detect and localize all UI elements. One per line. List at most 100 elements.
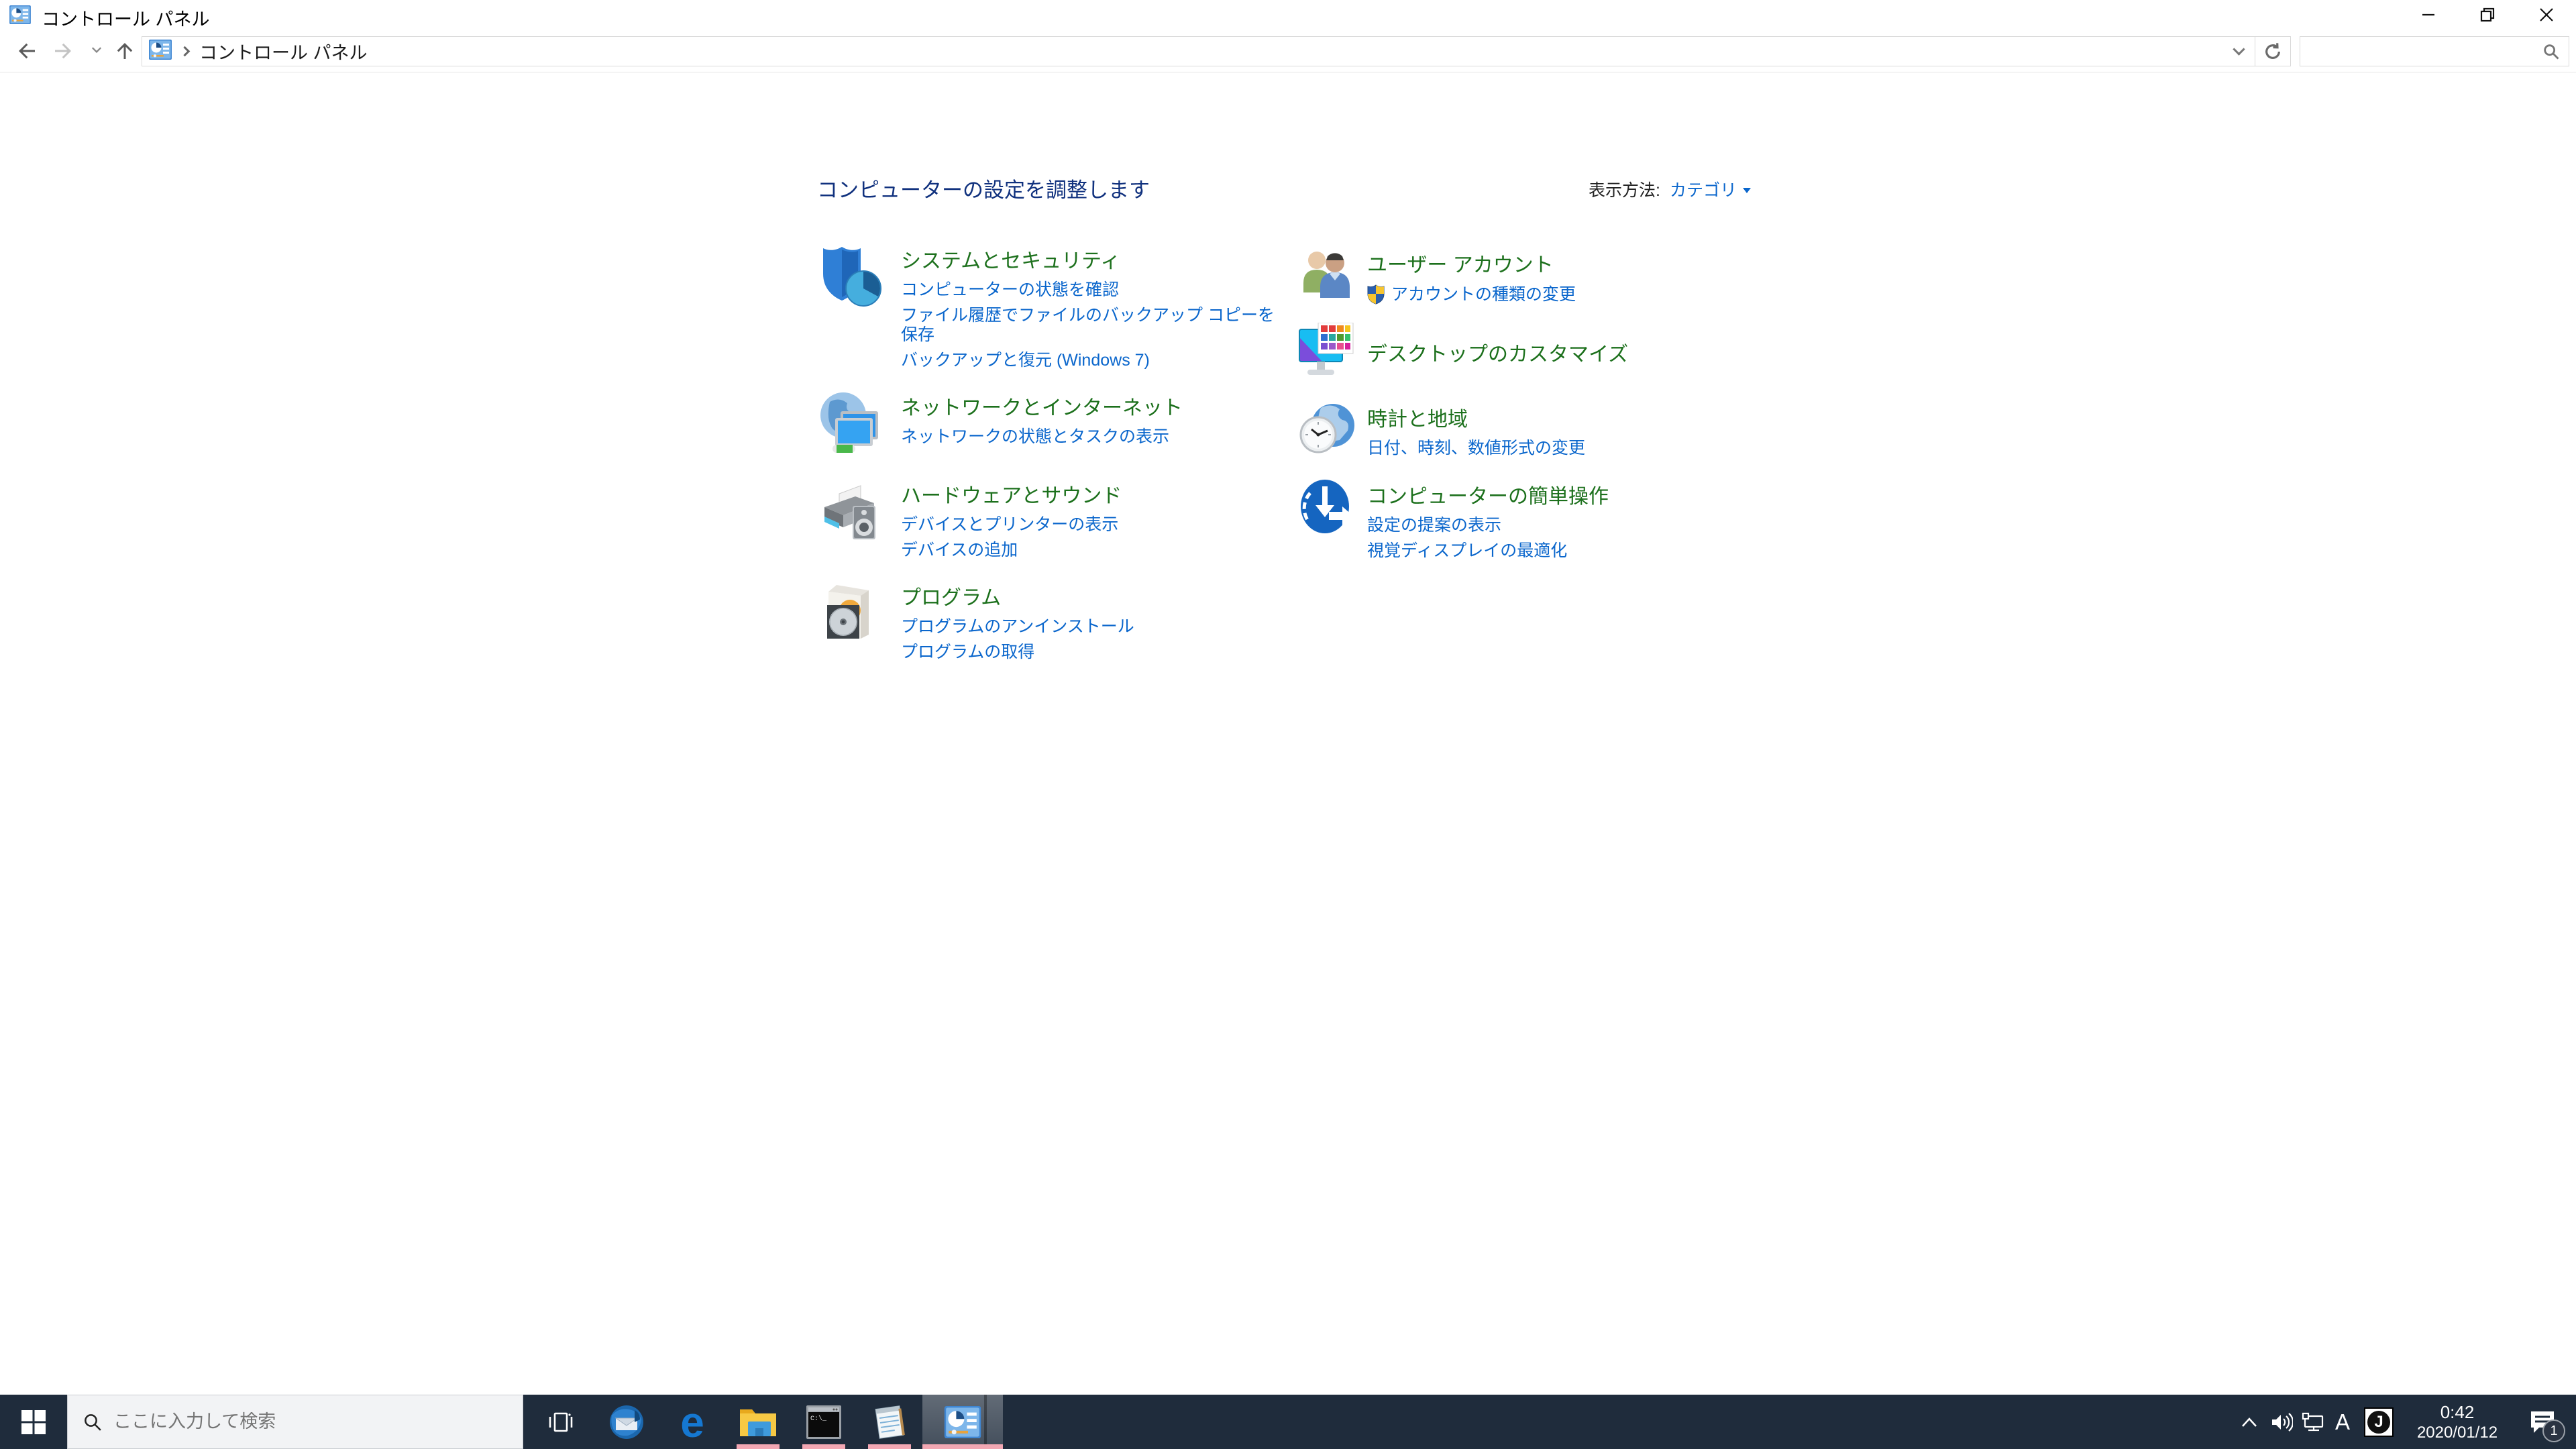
task-link[interactable]: デバイスとプリンターの表示	[901, 515, 1122, 535]
search-icon	[85, 1413, 101, 1431]
edge-icon: e	[680, 1397, 704, 1446]
task-link[interactable]: コンピューターの状態を確認	[901, 280, 1286, 300]
control-panel-home: コンピューターの設定を調整します 表示方法: カテゴリ システムとセキュリティ …	[0, 72, 2576, 1395]
clock-time: 0:42	[2440, 1401, 2475, 1422]
category-network-and-internet: ネットワークとインターネット ネットワークの状態とタスクの表示	[816, 388, 1286, 458]
minimize-button[interactable]	[2399, 0, 2458, 30]
refresh-button[interactable]	[2255, 37, 2290, 66]
category-user-accounts: ユーザー アカウント アカウントの種類の変更	[1298, 246, 1741, 307]
task-link[interactable]: バックアップと復元 (Windows 7)	[901, 351, 1286, 370]
title-bar: コントロール パネル	[0, 0, 2576, 30]
volume-button[interactable]	[2265, 1395, 2298, 1449]
restore-button[interactable]	[2458, 0, 2517, 30]
running-indicator	[922, 1444, 1003, 1449]
category-system-and-security: システムとセキュリティ コンピューターの状態を確認 ファイル履歴でファイルのバッ…	[816, 241, 1286, 370]
task-link[interactable]: プログラムのアンインストール	[901, 617, 1134, 637]
hardware-sound-icon[interactable]	[816, 476, 886, 546]
address-dropdown-button[interactable]	[2222, 37, 2255, 66]
page-title: コンピューターの設定を調整します	[817, 178, 1150, 202]
taskbar-app-thunderbird[interactable]	[594, 1395, 659, 1449]
running-indicator	[802, 1444, 845, 1449]
clock-date: 2020/01/12	[2416, 1423, 2498, 1442]
task-link[interactable]: 設定の提案の表示	[1367, 516, 1609, 535]
ime-j-icon: J	[2364, 1407, 2394, 1437]
category-ease-of-access: コンピューターの簡単操作 設定の提案の表示 視覚ディスプレイの最適化	[1298, 477, 1741, 561]
category-title-system-security[interactable]: システムとセキュリティ	[901, 244, 1286, 274]
category-programs: プログラム プログラムのアンインストール プログラムの取得	[816, 578, 1286, 662]
speaker-icon	[2272, 1412, 2293, 1432]
action-center-button[interactable]: 1	[2517, 1395, 2568, 1449]
task-view-icon	[549, 1412, 573, 1432]
chevron-up-icon	[2242, 1417, 2257, 1427]
task-link[interactable]: 視覚ディスプレイの最適化	[1367, 541, 1609, 561]
network-button[interactable]	[2297, 1395, 2329, 1449]
notification-badge: 1	[2542, 1419, 2565, 1442]
category-clock-and-region: 時計と地域 日付、時刻、数値形式の変更	[1298, 400, 1741, 462]
network-internet-icon[interactable]	[816, 388, 886, 458]
uac-shield-icon	[1367, 284, 1385, 305]
window-title: コントロール パネル	[42, 9, 210, 30]
navigation-bar: コントロール パネル	[0, 30, 2576, 72]
command-prompt-icon: C:\_	[806, 1405, 841, 1439]
view-by-label: 表示方法:	[1589, 181, 1660, 200]
category-title-desktop-customization[interactable]: デスクトップのカスタマイズ	[1367, 337, 1628, 367]
control-panel-icon	[149, 40, 172, 63]
explorer-search-box[interactable]	[2300, 36, 2569, 66]
taskbar-app-command-prompt[interactable]: C:\_	[791, 1395, 857, 1449]
recent-locations-dropdown[interactable]	[82, 38, 111, 64]
thunderbird-icon	[610, 1405, 643, 1439]
explorer-search-input[interactable]	[2300, 42, 2542, 61]
task-link[interactable]: ファイル履歴でファイルのバックアップ コピーを保存	[901, 306, 1286, 345]
ease-of-access-icon[interactable]	[1298, 477, 1356, 539]
ethernet-network-icon	[2302, 1412, 2324, 1431]
start-button[interactable]	[0, 1395, 67, 1449]
system-security-icon[interactable]	[816, 241, 886, 311]
taskbar-search-box[interactable]	[67, 1395, 523, 1449]
view-by-category-dropdown[interactable]: カテゴリ	[1670, 177, 1737, 201]
taskbar-app-file-explorer[interactable]	[725, 1395, 791, 1449]
task-link[interactable]: 日付、時刻、数値形式の変更	[1367, 439, 1585, 458]
close-button[interactable]	[2517, 0, 2576, 30]
taskbar-clock[interactable]: 0:42 2020/01/12	[2407, 1395, 2508, 1449]
task-link[interactable]: デバイスの追加	[901, 541, 1122, 560]
taskbar-app-notepad[interactable]	[857, 1395, 922, 1449]
taskbar: e C:\_	[0, 1395, 2576, 1449]
user-accounts-icon[interactable]	[1298, 246, 1356, 307]
category-title-clock-region[interactable]: 時計と地域	[1367, 402, 1585, 432]
chevron-down-icon[interactable]	[1742, 188, 1751, 193]
taskbar-app-control-panel[interactable]	[922, 1395, 1003, 1449]
task-view-button[interactable]	[530, 1395, 592, 1449]
category-title-network-internet[interactable]: ネットワークとインターネット	[901, 391, 1183, 421]
running-indicator	[868, 1444, 911, 1449]
forward-button[interactable]	[48, 38, 78, 64]
category-title-hardware-sound[interactable]: ハードウェアとサウンド	[901, 479, 1122, 508]
ime-mode-indicator[interactable]: A	[2328, 1395, 2357, 1449]
category-appearance-personalization: デスクトップのカスタマイズ	[1298, 322, 1741, 384]
search-icon[interactable]	[2542, 42, 2561, 61]
running-indicator	[737, 1444, 780, 1449]
back-button[interactable]	[12, 38, 42, 64]
ime-tool-button[interactable]: J	[2360, 1395, 2398, 1449]
file-explorer-icon	[740, 1409, 776, 1436]
up-button[interactable]	[110, 38, 140, 64]
task-link-uac[interactable]: アカウントの種類の変更	[1367, 284, 1576, 305]
breadcrumb-control-panel[interactable]: コントロール パネル	[199, 38, 368, 64]
address-bar[interactable]: コントロール パネル	[142, 36, 2291, 66]
taskbar-app-edge[interactable]: e	[659, 1395, 725, 1449]
programs-icon[interactable]	[816, 578, 886, 648]
category-title-user-accounts[interactable]: ユーザー アカウント	[1367, 248, 1576, 278]
category-title-programs[interactable]: プログラム	[901, 581, 1134, 610]
control-panel-icon	[9, 5, 31, 28]
windows-logo-icon	[21, 1409, 46, 1434]
task-link[interactable]: ネットワークの状態とタスクの表示	[901, 427, 1183, 447]
desktop-customization-icon[interactable]	[1298, 322, 1356, 384]
tray-overflow-button[interactable]	[2234, 1395, 2265, 1449]
taskbar-search-input[interactable]	[113, 1411, 523, 1432]
view-by-control: 表示方法: カテゴリ	[1589, 177, 1751, 201]
category-title-ease-of-access[interactable]: コンピューターの簡単操作	[1367, 480, 1609, 509]
category-hardware-and-sound: ハードウェアとサウンド デバイスとプリンターの表示 デバイスの追加	[816, 476, 1286, 560]
task-link[interactable]: プログラムの取得	[901, 643, 1134, 662]
breadcrumb-chevron-icon[interactable]	[179, 46, 191, 57]
svg-text:C:\_: C:\_	[810, 1415, 827, 1423]
clock-region-icon[interactable]	[1298, 400, 1356, 462]
